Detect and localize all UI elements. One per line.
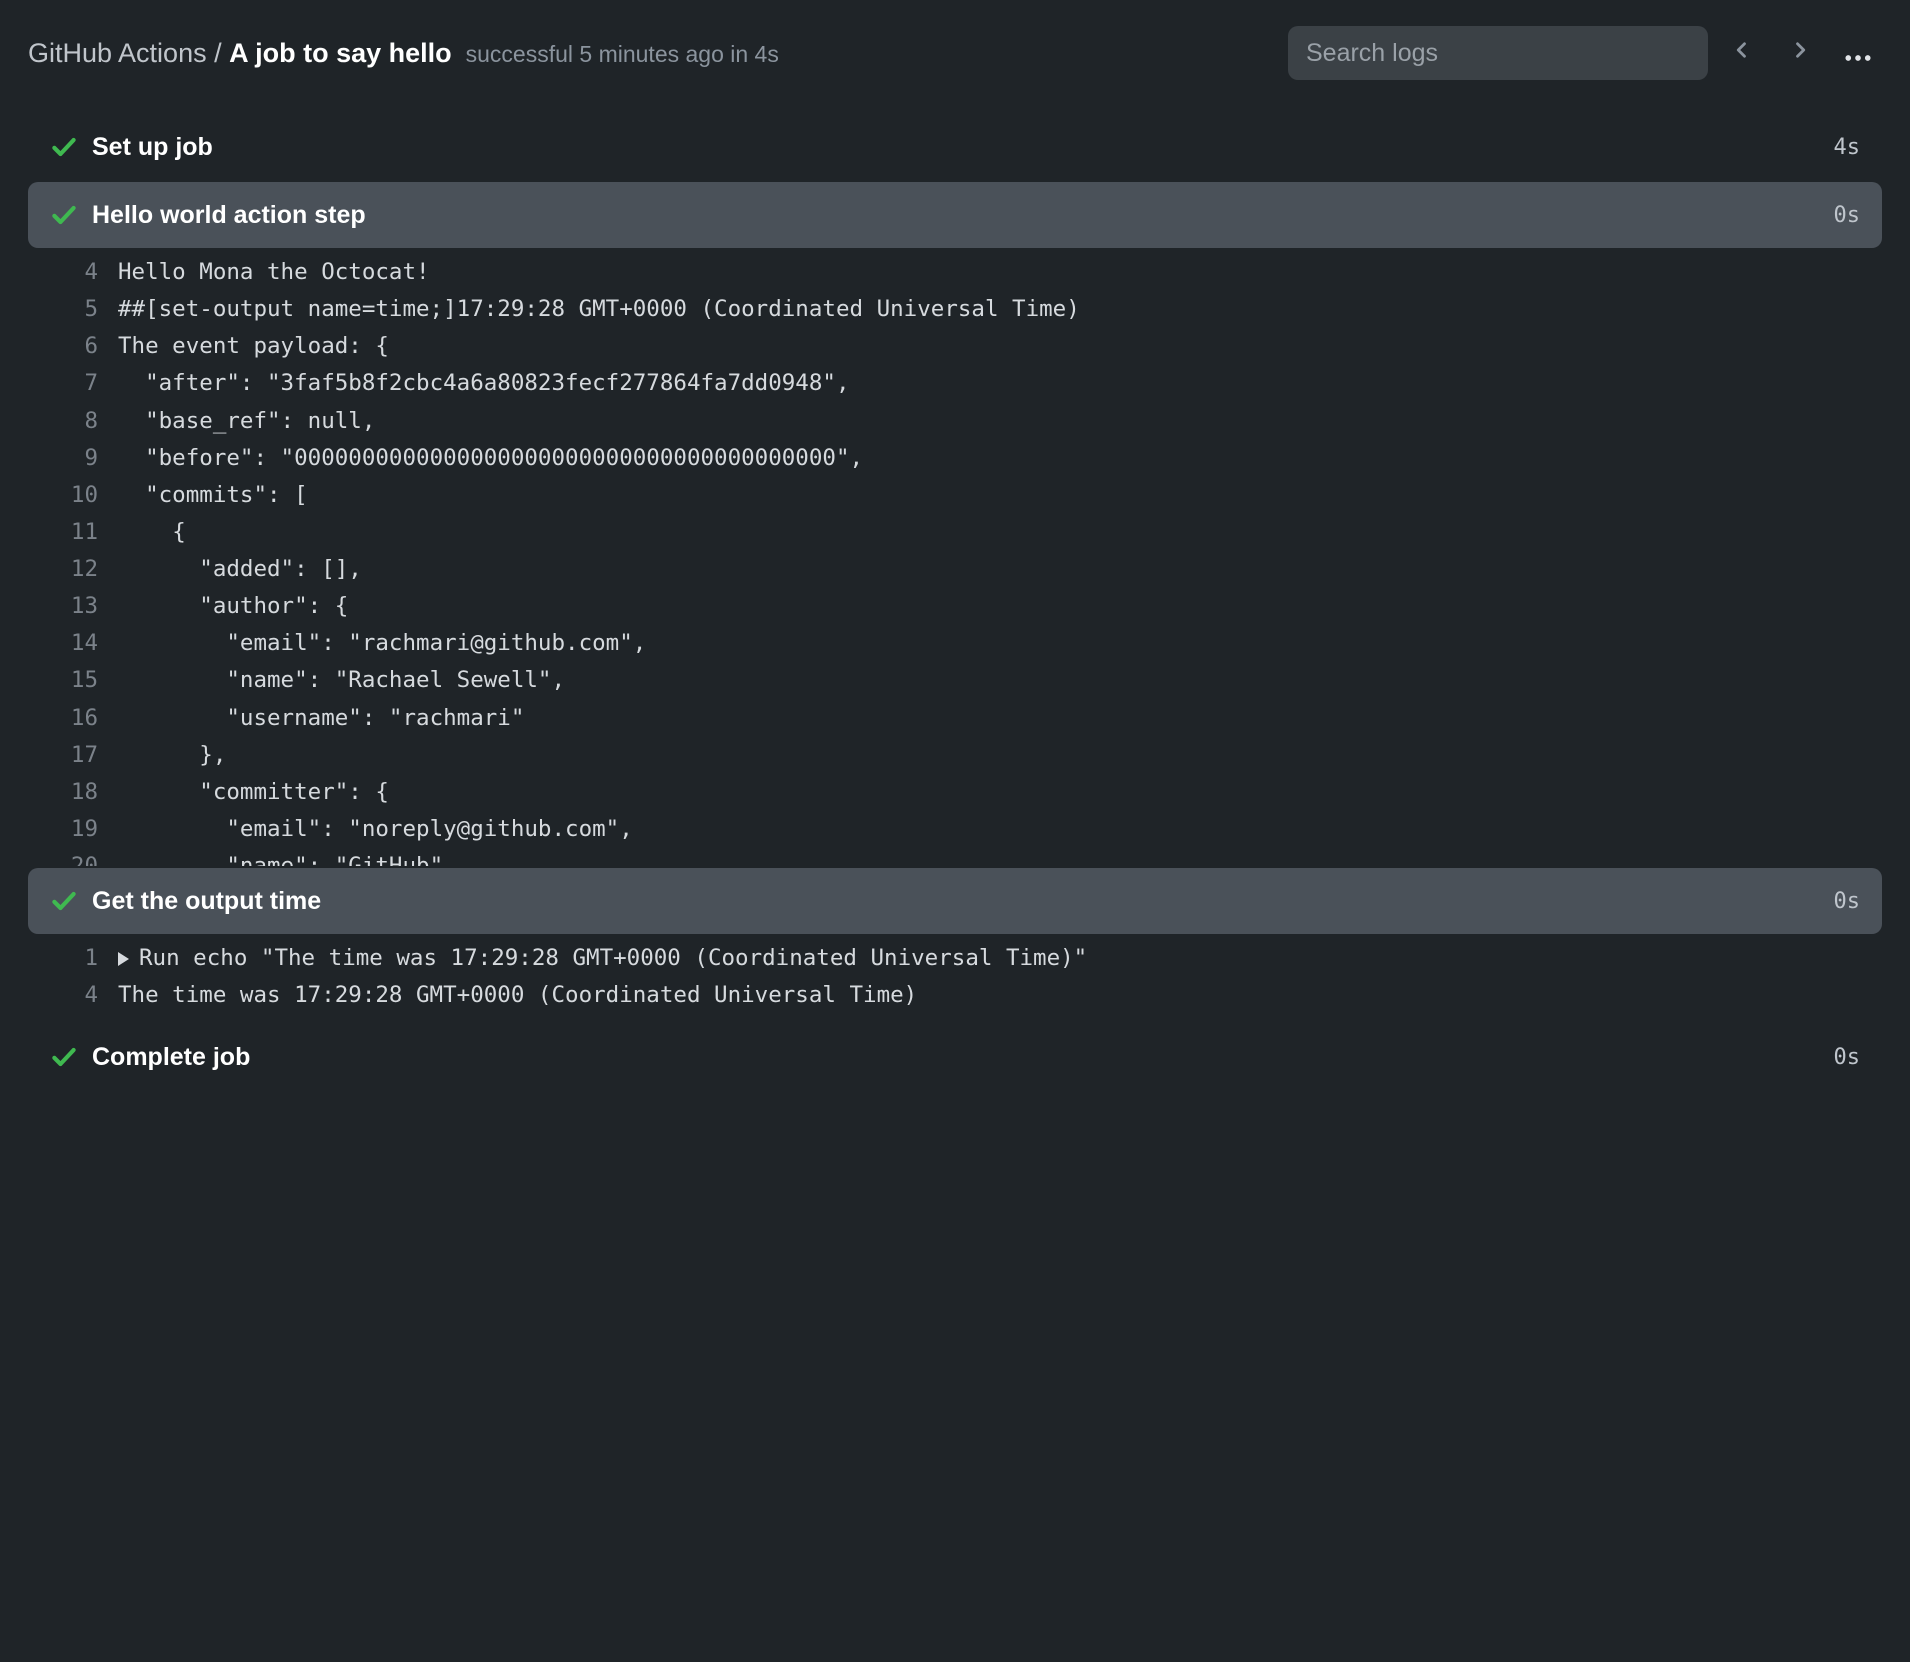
log-line: 5##[set-output name=time;]17:29:28 GMT+0… — [28, 291, 1882, 328]
line-number: 4 — [28, 254, 118, 291]
log-line: 6The event payload: { — [28, 328, 1882, 365]
line-number: 5 — [28, 291, 118, 328]
step-duration: 0s — [1834, 1045, 1861, 1070]
line-content: "committer": { — [118, 774, 1860, 811]
log-body: 1Run echo "The time was 17:29:28 GMT+000… — [28, 934, 1882, 1022]
check-icon — [50, 1043, 78, 1071]
next-job-button[interactable] — [1776, 29, 1824, 77]
chevron-right-icon — [1790, 40, 1810, 66]
log-line: 7 "after": "3faf5b8f2cbc4a6a80823fecf277… — [28, 365, 1882, 402]
log-line: 17 }, — [28, 737, 1882, 774]
step-duration: 4s — [1834, 135, 1861, 160]
line-number: 8 — [28, 403, 118, 440]
log-line: 18 "committer": { — [28, 774, 1882, 811]
step-title: Set up job — [92, 133, 1834, 162]
log-body: 4Hello Mona the Octocat!5##[set-output n… — [28, 248, 1882, 866]
log-line: 15 "name": "Rachael Sewell", — [28, 662, 1882, 699]
line-content: "name": "Rachael Sewell", — [118, 662, 1860, 699]
header-left: GitHub Actions / A job to say hello succ… — [28, 38, 779, 69]
log-line: 13 "author": { — [28, 588, 1882, 625]
log-line: 8 "base_ref": null, — [28, 403, 1882, 440]
line-content: "after": "3faf5b8f2cbc4a6a80823fecf27786… — [118, 365, 1860, 402]
more-options-button[interactable] — [1834, 29, 1882, 77]
log-line: 10 "commits": [ — [28, 477, 1882, 514]
line-number: 18 — [28, 774, 118, 811]
step-complete: Complete job0s — [28, 1024, 1882, 1090]
step-header[interactable]: Get the output time0s — [28, 868, 1882, 934]
chevron-left-icon — [1732, 40, 1752, 66]
line-content: "email": "noreply@github.com", — [118, 811, 1860, 848]
line-number: 9 — [28, 440, 118, 477]
line-number: 11 — [28, 514, 118, 551]
line-number: 14 — [28, 625, 118, 662]
line-number: 12 — [28, 551, 118, 588]
search-logs-input[interactable] — [1288, 26, 1708, 80]
step-header[interactable]: Complete job0s — [28, 1024, 1882, 1090]
line-content: "username": "rachmari" — [118, 700, 1860, 737]
line-number: 13 — [28, 588, 118, 625]
line-content: { — [118, 514, 1860, 551]
breadcrumb-current: A job to say hello — [229, 38, 452, 68]
header-right — [1288, 26, 1882, 80]
line-content[interactable]: Run echo "The time was 17:29:28 GMT+0000… — [118, 940, 1860, 977]
step-hello: Hello world action step0s4Hello Mona the… — [28, 182, 1882, 866]
step-title: Complete job — [92, 1043, 1834, 1072]
breadcrumb[interactable]: GitHub Actions / A job to say hello — [28, 38, 452, 69]
line-number: 15 — [28, 662, 118, 699]
line-number: 7 — [28, 365, 118, 402]
line-content: "added": [], — [118, 551, 1860, 588]
kebab-icon — [1845, 37, 1871, 69]
line-content: "before": "00000000000000000000000000000… — [118, 440, 1860, 477]
log-line: 9 "before": "000000000000000000000000000… — [28, 440, 1882, 477]
line-content: "base_ref": null, — [118, 403, 1860, 440]
line-content: Hello Mona the Octocat! — [118, 254, 1860, 291]
line-content: "email": "rachmari@github.com", — [118, 625, 1860, 662]
log-line: 4Hello Mona the Octocat! — [28, 254, 1882, 291]
step-output-time: Get the output time0s 1Run echo "The time… — [28, 868, 1882, 1022]
run-status-text: successful 5 minutes ago in 4s — [466, 41, 779, 68]
line-number: 4 — [28, 977, 118, 1014]
step-title: Get the output time — [92, 887, 1834, 916]
step-duration: 0s — [1834, 203, 1861, 228]
line-content: The time was 17:29:28 GMT+0000 (Coordina… — [118, 977, 1860, 1014]
step-duration: 0s — [1834, 889, 1861, 914]
disclosure-triangle-icon — [118, 952, 129, 966]
log-line: 11 { — [28, 514, 1882, 551]
log-line: 4The time was 17:29:28 GMT+0000 (Coordin… — [28, 977, 1882, 1014]
step-title: Hello world action step — [92, 201, 1834, 230]
line-number: 1 — [28, 940, 118, 977]
log-line: 20 "name": "GitHub", — [28, 848, 1882, 866]
line-number: 10 — [28, 477, 118, 514]
line-content: ##[set-output name=time;]17:29:28 GMT+00… — [118, 291, 1860, 328]
step-header[interactable]: Hello world action step0s — [28, 182, 1882, 248]
log-header: GitHub Actions / A job to say hello succ… — [28, 26, 1882, 80]
line-number: 20 — [28, 848, 118, 866]
line-content: The event payload: { — [118, 328, 1860, 365]
line-number: 17 — [28, 737, 118, 774]
line-number: 6 — [28, 328, 118, 365]
breadcrumb-prefix: GitHub Actions / — [28, 38, 229, 68]
log-line: 16 "username": "rachmari" — [28, 700, 1882, 737]
log-line: 1Run echo "The time was 17:29:28 GMT+000… — [28, 940, 1882, 977]
check-icon — [50, 887, 78, 915]
line-content: "commits": [ — [118, 477, 1860, 514]
log-line: 19 "email": "noreply@github.com", — [28, 811, 1882, 848]
line-number: 16 — [28, 700, 118, 737]
line-content: "name": "GitHub", — [118, 848, 1860, 866]
line-number: 19 — [28, 811, 118, 848]
log-line: 12 "added": [], — [28, 551, 1882, 588]
log-line: 14 "email": "rachmari@github.com", — [28, 625, 1882, 662]
check-icon — [50, 201, 78, 229]
line-content: }, — [118, 737, 1860, 774]
line-content: "author": { — [118, 588, 1860, 625]
check-icon — [50, 133, 78, 161]
step-header[interactable]: Set up job4s — [28, 114, 1882, 180]
prev-job-button[interactable] — [1718, 29, 1766, 77]
steps-list: Set up job4sHello world action step0s4He… — [28, 114, 1882, 1090]
step-setup: Set up job4s — [28, 114, 1882, 180]
